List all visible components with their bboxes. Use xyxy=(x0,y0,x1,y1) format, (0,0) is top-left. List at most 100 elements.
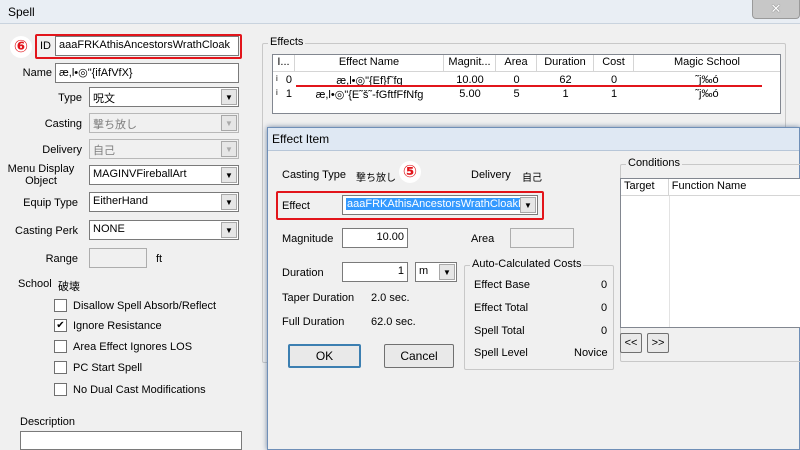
checkbox-box-checked[interactable]: ✔ xyxy=(54,319,67,332)
cancel-button[interactable]: Cancel xyxy=(384,344,454,368)
effects-list[interactable]: I... Effect Name Magnit... Area Duration… xyxy=(272,54,781,114)
next-condition-button[interactable]: >> xyxy=(647,333,669,353)
effect-select[interactable]: aaaFRKAthisAncestorsWrathCloakFF ▼ xyxy=(342,195,538,215)
col-header-cost[interactable]: Cost xyxy=(594,55,634,71)
check-icon: ✔ xyxy=(56,319,65,331)
delivery-label: Delivery xyxy=(42,144,82,156)
spell-level-label: Spell Level xyxy=(474,347,528,359)
checkbox-box[interactable] xyxy=(54,299,67,312)
casting-label: Casting xyxy=(44,118,82,130)
checkbox-label: PC Start Spell xyxy=(73,361,143,374)
effects-row[interactable]: i1 æ,l•◎"{E˜š˜-fGftfFfNfg 5.00 5 1 1 ˜j‰… xyxy=(273,88,780,102)
checkbox-no-dual-cast[interactable]: No Dual Cast Modifications xyxy=(54,383,206,396)
range-field[interactable] xyxy=(89,248,147,268)
chevron-down-icon[interactable]: ▼ xyxy=(221,167,237,183)
ok-button[interactable]: OK xyxy=(288,344,361,368)
annotation-marker-6: ⑥ xyxy=(10,36,32,58)
chevron-down-icon[interactable]: ▼ xyxy=(221,194,237,210)
type-select[interactable]: 呪文 ▼ xyxy=(89,87,239,107)
col-header-duration[interactable]: Duration xyxy=(537,55,594,71)
checkbox-disallow-absorb[interactable]: Disallow Spell Absorb/Reflect xyxy=(54,299,216,312)
chevron-down-icon[interactable]: ▼ xyxy=(221,141,237,157)
delivery-select[interactable]: 自己 ▼ xyxy=(89,139,239,159)
description-field[interactable] xyxy=(20,431,242,450)
row-marker: i xyxy=(276,74,278,83)
casting-select[interactable]: 撃ち放し ▼ xyxy=(89,113,239,133)
area-field[interactable] xyxy=(510,228,574,248)
row-effect-name: æ,l•◎"{E˜š˜-fGftfFfNfg xyxy=(315,89,424,101)
range-unit: ft xyxy=(156,253,163,265)
checkbox-label: Disallow Spell Absorb/Reflect xyxy=(73,299,217,312)
delivery-value: 自己 xyxy=(93,145,115,157)
window-close-button[interactable]: ✕ xyxy=(752,0,800,19)
casting-perk-label: Casting Perk xyxy=(15,225,78,237)
checkbox-area-ignores-los[interactable]: Area Effect Ignores LOS xyxy=(54,340,192,353)
checkbox-box[interactable] xyxy=(54,383,67,396)
duration-unit-value: m xyxy=(419,265,429,277)
chevron-down-icon[interactable]: ▼ xyxy=(439,264,455,280)
delivery-value: 自己 xyxy=(522,173,542,184)
spell-total-value: 0 xyxy=(601,325,608,337)
school-label: School xyxy=(18,278,52,290)
col-header-magic-school[interactable]: Magic School xyxy=(634,55,780,71)
col-header-function-name[interactable]: Function Name xyxy=(669,179,800,195)
conditions-list-header: Target Function Name xyxy=(621,179,800,196)
row-magnitude: 5.00 xyxy=(459,88,481,100)
delivery-label: Delivery xyxy=(471,169,511,181)
type-label: Type xyxy=(58,92,82,104)
name-label: Name xyxy=(22,67,52,79)
effect-total-value: 0 xyxy=(601,302,608,314)
checkbox-ignore-resistance[interactable]: ✔ Ignore Resistance xyxy=(54,319,162,332)
equip-type-select[interactable]: EitherHand ▼ xyxy=(89,192,239,212)
description-label: Description xyxy=(20,416,76,428)
duration-unit-select[interactable]: m ▼ xyxy=(415,262,457,282)
menu-display-select[interactable]: MAGINVFireballArt ▼ xyxy=(89,165,239,185)
full-duration-value: 62.0 sec. xyxy=(371,316,416,328)
name-field[interactable]: æ,l•◎"{ifAfVfX} xyxy=(55,63,239,83)
type-value: 呪文 xyxy=(93,93,115,105)
col-header-area[interactable]: Area xyxy=(496,55,537,71)
effect-item-title: Effect Item xyxy=(272,132,330,146)
col-header-magnitude[interactable]: Magnit... xyxy=(444,55,496,71)
chevron-down-icon[interactable]: ▼ xyxy=(520,197,536,213)
spell-level-value: Novice xyxy=(574,347,608,359)
effects-group-title: Effects xyxy=(268,36,306,48)
menu-display-label: Menu Display Object xyxy=(7,163,75,187)
auto-costs-title: Auto-Calculated Costs xyxy=(470,258,584,270)
checkbox-pc-start-spell[interactable]: PC Start Spell xyxy=(54,361,142,374)
prev-condition-button[interactable]: << xyxy=(620,333,642,353)
casting-type-value: 撃ち放し xyxy=(356,173,396,184)
id-label: ID xyxy=(40,40,51,52)
close-icon: ✕ xyxy=(770,1,782,16)
chevron-down-icon[interactable]: ▼ xyxy=(221,115,237,131)
effects-list-header: I... Effect Name Magnit... Area Duration… xyxy=(273,55,780,72)
id-field[interactable]: aaaFRKAthisAncestorsWrathCloak xyxy=(55,36,239,56)
casting-type-label: Casting Type xyxy=(282,169,347,181)
magnitude-field[interactable]: 10.00 xyxy=(342,228,408,248)
row-cost: 1 xyxy=(610,88,618,100)
window-titlebar[interactable] xyxy=(0,0,800,24)
row-magic-school: ˜j‰ó xyxy=(695,88,719,100)
casting-perk-value: NONE xyxy=(93,223,125,235)
col-header-index[interactable]: I... xyxy=(273,55,295,71)
annotation-marker-5: ⑤ xyxy=(399,161,421,183)
chevron-down-icon[interactable]: ▼ xyxy=(221,89,237,105)
conditions-list[interactable]: Target Function Name xyxy=(620,178,800,328)
casting-perk-select[interactable]: NONE ▼ xyxy=(89,220,239,240)
spell-total-label: Spell Total xyxy=(474,325,525,337)
checkbox-box[interactable] xyxy=(54,361,67,374)
col-header-target[interactable]: Target xyxy=(621,179,669,195)
col-header-effect-name[interactable]: Effect Name xyxy=(295,55,444,71)
checkbox-label: No Dual Cast Modifications xyxy=(73,383,206,396)
taper-duration-label: Taper Duration xyxy=(282,292,355,304)
checkbox-label: Ignore Resistance xyxy=(73,319,162,332)
effect-item-titlebar[interactable] xyxy=(268,128,799,151)
row-area: 5 xyxy=(513,88,520,100)
effect-base-value: 0 xyxy=(601,279,608,291)
chevron-down-icon[interactable]: ▼ xyxy=(221,222,237,238)
magnitude-label: Magnitude xyxy=(282,233,334,245)
menu-display-value: MAGINVFireballArt xyxy=(93,168,187,180)
row-marker: i xyxy=(276,88,278,97)
checkbox-box[interactable] xyxy=(54,340,67,353)
duration-field[interactable]: 1 xyxy=(342,262,408,282)
